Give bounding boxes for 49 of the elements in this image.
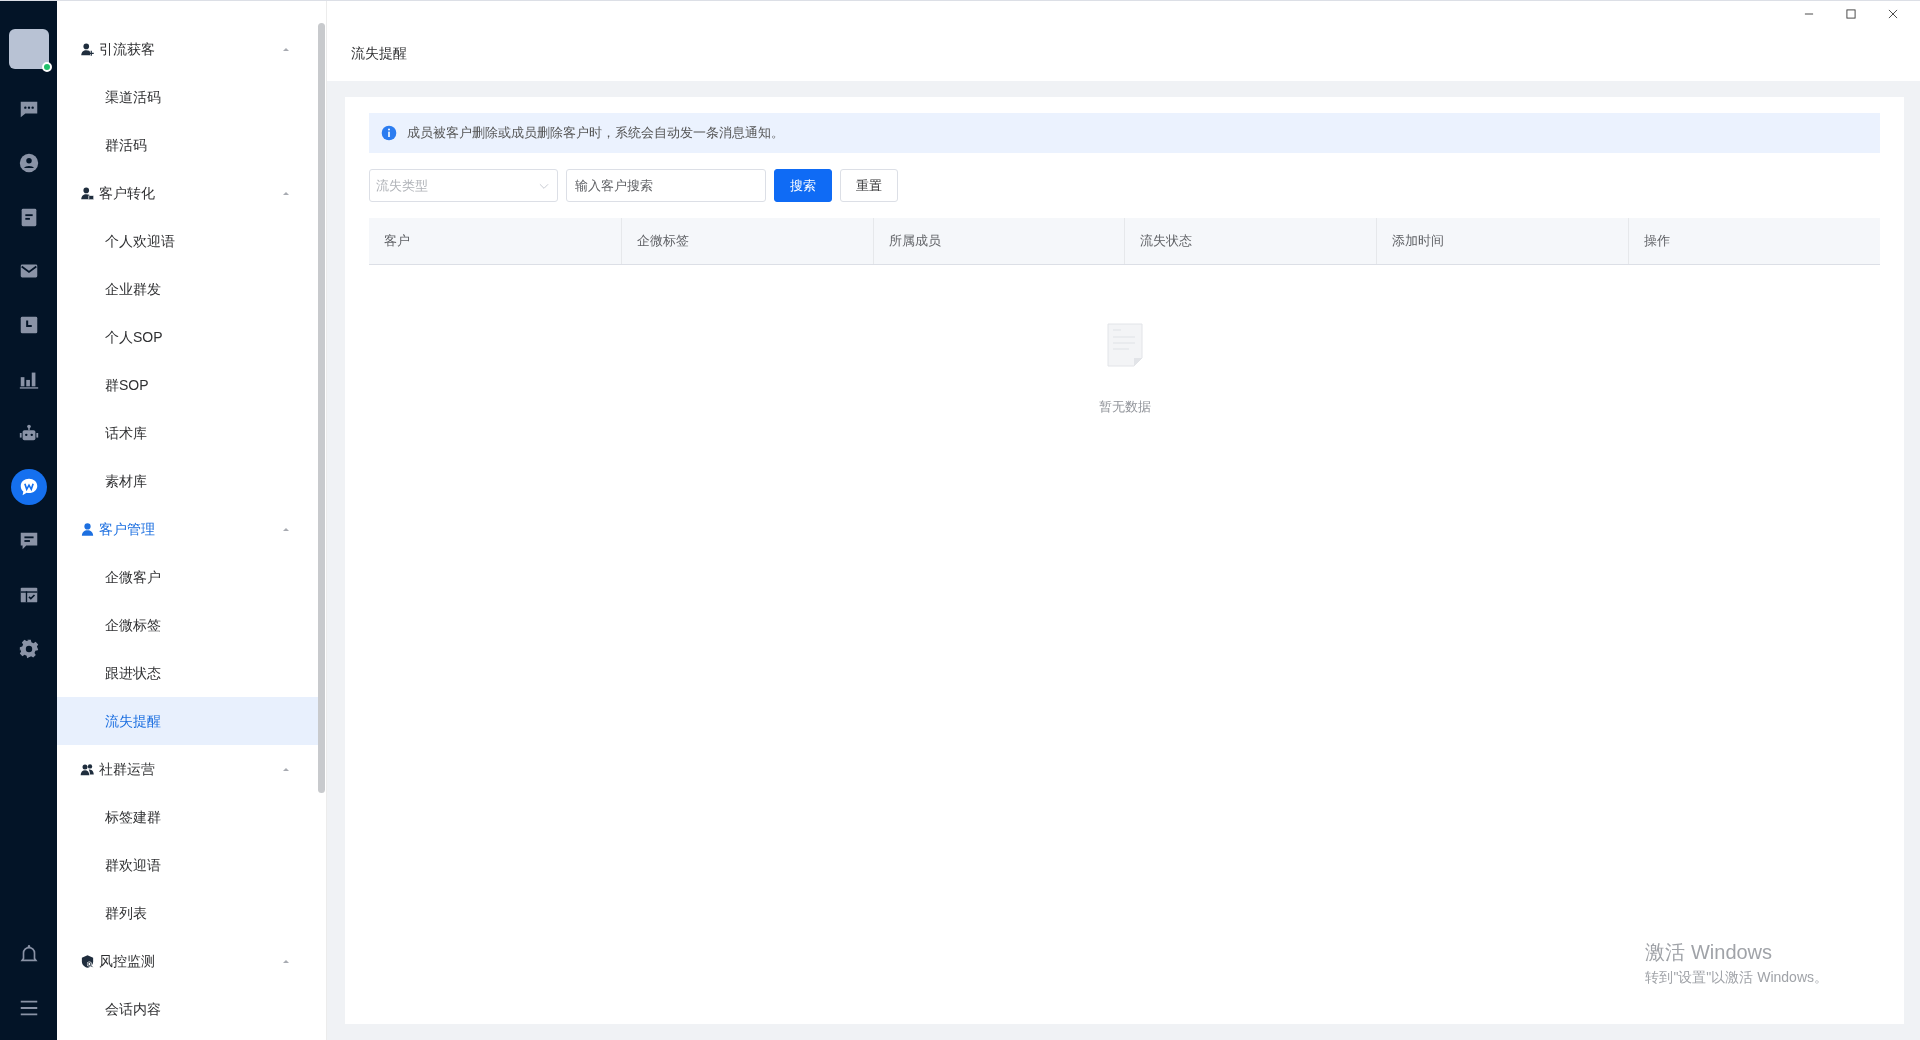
empty-document-icon	[1106, 323, 1143, 367]
column-header: 客户	[383, 232, 411, 251]
activation-hint: 转到"设置"以激活 Windows。	[1645, 968, 1828, 987]
user-badge-icon	[80, 185, 95, 201]
menu-item[interactable]: 群欢迎语	[57, 841, 318, 889]
column-header: 操作	[1628, 218, 1880, 264]
close-icon[interactable]	[1886, 7, 1900, 21]
search-field[interactable]: 输入客户搜索	[566, 169, 766, 202]
menu-group[interactable]: 引流获客	[57, 25, 318, 73]
empty-state-text: 暂无数据	[1098, 398, 1151, 416]
menu-group[interactable]: 社群运营	[57, 745, 318, 793]
menu-item[interactable]: 企业群发	[57, 265, 318, 313]
menu-item[interactable]: 流失提醒	[57, 697, 318, 745]
menu-item[interactable]: 个人欢迎语	[57, 217, 318, 265]
shield-search-icon	[80, 953, 95, 969]
scrollbar[interactable]	[318, 23, 325, 793]
menu-group[interactable]: 风控监测	[57, 937, 318, 985]
menu-item[interactable]: 企微客户	[57, 553, 318, 601]
menu-item[interactable]: 会话内容	[57, 985, 318, 1033]
column-header: 添加时间	[1376, 218, 1629, 264]
settings-icon[interactable]	[17, 638, 40, 660]
menu-item[interactable]: 话术库	[57, 409, 318, 457]
online-status-dot	[41, 62, 52, 72]
column-header: 企微标签	[620, 218, 873, 264]
menu-item[interactable]: 群SOP	[57, 361, 318, 409]
page-title: 流失提醒	[351, 44, 407, 63]
menu-item[interactable]: 标签建群	[57, 793, 318, 841]
users-icon	[80, 761, 95, 777]
avatar[interactable]	[8, 29, 49, 69]
menu-item[interactable]: 企微标签	[57, 601, 318, 649]
maximize-icon[interactable]	[1844, 7, 1858, 21]
user-plus-icon	[80, 41, 95, 57]
search-button[interactable]: 搜索	[774, 169, 832, 202]
column-header: 所属成员	[872, 218, 1125, 264]
info-icon	[381, 125, 397, 141]
column-header: 流失状态	[1124, 218, 1377, 264]
menu-item[interactable]: 素材库	[57, 457, 318, 505]
user-circle-icon[interactable]	[17, 152, 40, 174]
activation-title: 激活 Windows	[1645, 940, 1774, 965]
menu-group[interactable]: 客户转化	[57, 169, 318, 217]
menu-item[interactable]: 群列表	[57, 889, 318, 937]
menu-item[interactable]: 跟进状态	[57, 649, 318, 697]
alert-text: 成员被客户删除或成员删除客户时，系统会自动发一条消息通知。	[407, 124, 784, 143]
reset-button[interactable]: 重置	[840, 169, 898, 202]
menu-group[interactable]: 客户管理	[57, 505, 318, 553]
menu-item[interactable]: 个人SOP	[57, 313, 318, 361]
menu-item[interactable]: 群活码	[57, 121, 318, 169]
menu-item[interactable]: 渠道活码	[57, 73, 318, 121]
user-icon	[80, 521, 95, 537]
